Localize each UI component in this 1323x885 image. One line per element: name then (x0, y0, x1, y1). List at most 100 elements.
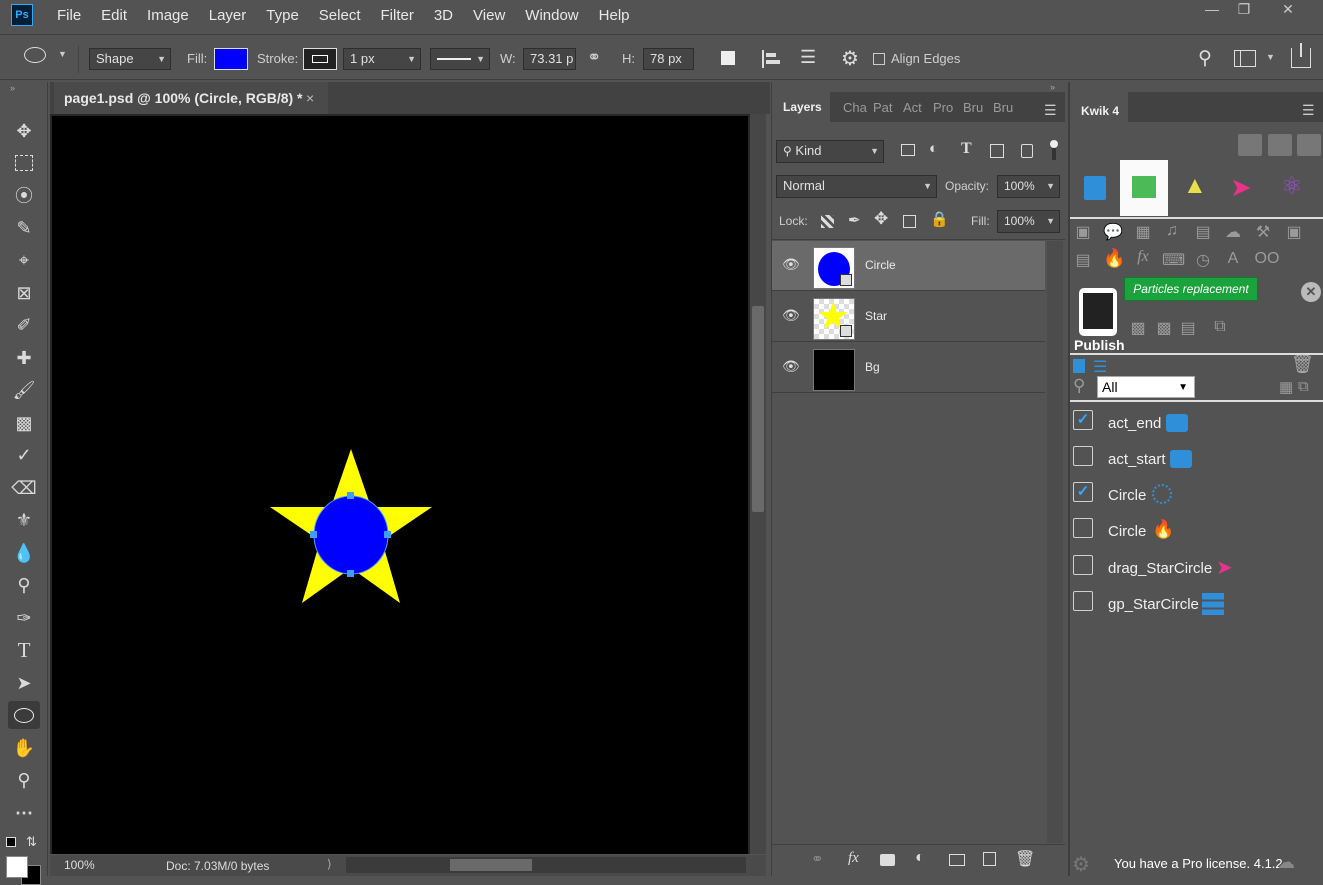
lasso-tool-icon[interactable]: ⦿ (8, 181, 40, 209)
link-layers-icon[interactable]: ⚭ (811, 850, 824, 868)
dodge-tool-icon[interactable]: ⚲ (8, 571, 40, 599)
list-item[interactable]: drag_StarCircle ➤ (1070, 553, 1323, 587)
grid-icon[interactable]: ▦ (1133, 222, 1153, 241)
list-item[interactable]: act_start (1070, 444, 1323, 478)
close-tab-icon[interactable]: × (306, 82, 314, 114)
tab-brush-settings[interactable]: Bru (993, 100, 1013, 115)
menu-type[interactable]: Type (266, 7, 299, 24)
archive-icon[interactable]: ▤ (1178, 318, 1198, 337)
list-item[interactable]: ✓ act_end (1070, 408, 1323, 442)
gear-icon[interactable]: ⚙ (1072, 852, 1090, 877)
restore-button[interactable]: ❐ (1222, 0, 1266, 20)
add-page-icon[interactable]: ▦ (1279, 378, 1293, 396)
lock-pixels-icon[interactable]: ✒ (848, 211, 861, 229)
tab-channels[interactable]: Cha (843, 100, 867, 115)
share-icon[interactable] (1291, 43, 1311, 68)
canvas[interactable] (52, 116, 748, 854)
new-layer-icon[interactable] (983, 852, 996, 866)
blur-tool-icon[interactable]: 💧 (8, 539, 40, 567)
duplicate-page-icon[interactable]: ⧉ (1298, 378, 1309, 395)
close-window-button[interactable]: ✕ (1266, 0, 1310, 20)
speech-bubble-icon[interactable]: 💬 (1103, 222, 1123, 241)
scrollbar-thumb[interactable] (752, 306, 764, 512)
workspace-icon[interactable] (1234, 50, 1256, 67)
lock-all-icon[interactable]: 🔒 (930, 210, 949, 228)
cursor-icon[interactable]: ➤ (1230, 172, 1252, 203)
filter-shape-icon[interactable] (990, 144, 1004, 158)
pages-icon[interactable] (1073, 359, 1085, 373)
more-tools-icon[interactable]: ⋯ (8, 799, 40, 827)
tab-layers[interactable]: Layers (783, 100, 822, 114)
atom-icon[interactable]: ⚛ (1281, 172, 1303, 201)
vertical-scrollbar[interactable] (750, 114, 766, 854)
path-alignment-icon[interactable] (762, 50, 780, 68)
keyboard-icon[interactable]: ⌨ (1162, 250, 1185, 269)
adjustment-layer-icon[interactable]: ◐ (915, 849, 925, 867)
kwik-filter-select[interactable]: All ▼ (1097, 376, 1195, 398)
clock-icon[interactable]: ◷ (1193, 250, 1213, 269)
list-item[interactable]: ✓ Circle (1070, 480, 1323, 514)
tab-actions[interactable]: Act (903, 100, 922, 115)
collapse-icon[interactable]: » (1050, 82, 1055, 92)
healing-brush-tool-icon[interactable]: ✚ (8, 344, 40, 372)
list-item[interactable]: gp_StarCircle (1070, 589, 1323, 623)
paint-bucket-tool-icon[interactable]: ⚜ (8, 506, 40, 534)
text-icon[interactable]: A (1223, 250, 1243, 268)
width-input[interactable]: 73.31 p (523, 48, 576, 70)
video-icon[interactable]: ▤ (1193, 222, 1213, 241)
item-checkbox[interactable]: ✓ (1073, 482, 1093, 502)
scrollbar-thumb[interactable] (450, 859, 532, 871)
lock-position-icon[interactable]: ✥ (874, 209, 888, 229)
tab-paths[interactable]: Pat (873, 100, 893, 115)
menu-3d[interactable]: 3D (434, 7, 453, 24)
infinity-icon[interactable]: OO (1253, 250, 1281, 268)
layer-row-bg[interactable]: 👁 Bg (772, 343, 1045, 393)
foreground-color-swatch[interactable] (6, 856, 28, 878)
menu-image[interactable]: Image (147, 7, 189, 24)
publish-label[interactable]: Publish (1074, 337, 1125, 353)
pages-list-icon[interactable] (1132, 176, 1156, 198)
hand-tool-icon[interactable]: ✋ (8, 734, 40, 762)
tool-mode-select[interactable]: Shape ▼ (89, 48, 171, 70)
item-checkbox[interactable] (1073, 555, 1093, 575)
copy-icon[interactable]: ⧉ (1210, 318, 1230, 336)
eraser-tool-icon[interactable]: ⌫ (8, 474, 40, 502)
stroke-color-swatch[interactable] (303, 48, 337, 70)
layer-row-star[interactable]: 👁 ★ Star (772, 292, 1045, 342)
blend-mode-select[interactable]: Normal ▼ (776, 175, 937, 198)
status-menu-arrow-icon[interactable]: ⟩ (327, 857, 332, 871)
layer-name[interactable]: Star (865, 309, 887, 323)
circle-shape[interactable] (313, 495, 389, 575)
folder-open-icon[interactable] (1297, 134, 1321, 156)
filter-pixel-icon[interactable] (901, 144, 915, 156)
type-tool-icon[interactable]: T (8, 636, 40, 664)
swap-colors-icon[interactable]: ⇅ (26, 834, 37, 850)
item-label[interactable]: act_end (1108, 415, 1161, 432)
brush-tool-icon[interactable]: 🖌 (8, 376, 40, 404)
delete-layer-trash-icon[interactable]: 🗑 (1015, 849, 1035, 869)
fill-color-swatch[interactable] (214, 48, 248, 70)
default-colors-icon[interactable] (6, 837, 16, 847)
search-icon[interactable]: ⚲ (1073, 376, 1085, 396)
stroke-type-select[interactable]: ▼ (430, 48, 490, 70)
item-label[interactable]: Circle (1108, 523, 1146, 540)
quick-selection-tool-icon[interactable]: ✎ (8, 214, 40, 242)
doc-info[interactable]: Doc: 7.03M/0 bytes (166, 859, 269, 873)
menu-window[interactable]: Window (525, 7, 578, 24)
audio-icon[interactable]: ♫ (1162, 222, 1182, 240)
item-label[interactable]: gp_StarCircle (1108, 596, 1199, 613)
link-icon[interactable]: ⚭ (587, 48, 601, 68)
frame-tool-icon[interactable]: ⊠ (8, 279, 40, 307)
visibility-eye-icon[interactable]: 👁 (782, 256, 800, 274)
layer-mask-icon[interactable] (880, 854, 895, 866)
path-operations-icon[interactable] (721, 51, 735, 65)
layer-style-fx-icon[interactable]: fx (848, 850, 859, 867)
panel-menu-icon[interactable]: ☰ (1302, 102, 1315, 119)
menu-filter[interactable]: Filter (381, 7, 414, 24)
menu-select[interactable]: Select (319, 7, 361, 24)
tab-brushes[interactable]: Bru (963, 100, 983, 115)
move-tool-icon[interactable]: ✥ (8, 117, 40, 145)
anchor-point[interactable] (310, 531, 317, 538)
menu-view[interactable]: View (473, 7, 505, 24)
lock-transparent-icon[interactable] (821, 215, 834, 228)
